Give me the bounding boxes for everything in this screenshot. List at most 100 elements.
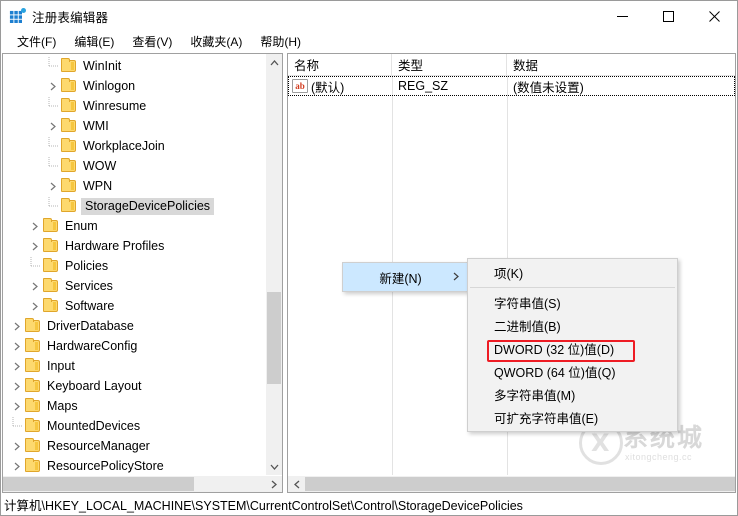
expand-arrow-icon[interactable]	[27, 282, 43, 291]
context-submenu-item-5[interactable]: 多字符串值(M)	[468, 383, 677, 406]
context-submenu-item-label: DWORD (32 位)值(D)	[494, 343, 615, 357]
folder-icon	[25, 358, 43, 372]
folder-icon	[25, 378, 43, 392]
tree-item-wpn[interactable]: WPN	[3, 176, 265, 196]
expand-arrow-icon[interactable]	[9, 462, 25, 471]
context-submenu-item-6[interactable]: 可扩充字符串值(E)	[468, 406, 677, 429]
folder-icon	[43, 218, 61, 232]
folder-icon	[25, 438, 43, 452]
registry-tree[interactable]: WinInit Winlogon Winresume WMI WorkplaceJoin…	[3, 54, 265, 475]
menu-view[interactable]: 查看(V)	[123, 31, 181, 53]
context-submenu-item-1[interactable]: 字符串值(S)	[468, 291, 677, 314]
tree-item-label: Maps	[47, 399, 78, 413]
context-submenu-item-0[interactable]: 项(K)	[468, 261, 677, 284]
tree-item-hardwareconfig[interactable]: HardwareConfig	[3, 336, 265, 356]
value-data-cell: (数值未设置)	[513, 80, 584, 95]
scroll-right-icon[interactable]	[265, 476, 282, 492]
context-submenu-item-2[interactable]: 二进制值(B)	[468, 314, 677, 337]
scroll-up-icon[interactable]	[266, 54, 282, 71]
value-name-text: (默认)	[311, 80, 345, 95]
tree-item-wininit[interactable]: WinInit	[3, 56, 265, 76]
tree-vertical-scrollbar[interactable]	[265, 54, 282, 475]
context-submenu-item-label: 多字符串值(M)	[494, 389, 576, 403]
tree-item-storagedevicepolicies[interactable]: StorageDevicePolicies	[3, 196, 265, 216]
maximize-button[interactable]	[645, 1, 691, 31]
scroll-left-icon[interactable]	[288, 476, 305, 492]
tree-item-label: DriverDatabase	[47, 319, 134, 333]
tree-item-winlogon[interactable]: Winlogon	[3, 76, 265, 96]
folder-icon	[25, 318, 43, 332]
expand-arrow-icon[interactable]	[45, 122, 61, 131]
context-menu-new-label: 新建(N)	[379, 271, 422, 286]
context-submenu-separator	[470, 287, 675, 288]
expand-arrow-icon[interactable]	[27, 302, 43, 311]
expand-arrow-icon[interactable]	[9, 322, 25, 331]
tree-horizontal-scrollbar[interactable]	[3, 475, 282, 492]
expand-arrow-icon[interactable]	[45, 82, 61, 91]
tree-item-resourcemanager[interactable]: ResourceManager	[3, 436, 265, 456]
values-hscroll-thumb[interactable]	[305, 477, 735, 491]
tree-item-maps[interactable]: Maps	[3, 396, 265, 416]
tree-scroll-thumb[interactable]	[267, 291, 281, 385]
tree-item-label: WPN	[83, 179, 113, 193]
tree-item-wmi[interactable]: WMI	[3, 116, 265, 136]
context-submenu-item-label: QWORD (64 位)值(Q)	[494, 366, 616, 380]
context-submenu-new-types[interactable]: 项(K) 字符串值(S) 二进制值(B) DWORD (32 位)值(D) QWORD …	[467, 258, 678, 432]
menu-help[interactable]: 帮助(H)	[251, 31, 310, 53]
tree-hscroll-track[interactable]	[3, 476, 265, 492]
expand-arrow-icon[interactable]	[27, 222, 43, 231]
folder-icon	[25, 338, 43, 352]
values-hscroll-track[interactable]	[305, 476, 735, 492]
tree-item-policies[interactable]: Policies	[3, 256, 265, 276]
menu-file[interactable]: 文件(F)	[8, 31, 65, 53]
tree-leaf-connector	[27, 257, 43, 275]
expand-arrow-icon[interactable]	[9, 362, 25, 371]
values-horizontal-scrollbar[interactable]	[288, 475, 735, 492]
tree-item-input[interactable]: Input	[3, 356, 265, 376]
context-submenu-item-4[interactable]: QWORD (64 位)值(Q)	[468, 360, 677, 383]
expand-arrow-icon[interactable]	[9, 342, 25, 351]
tree-item-label: StorageDevicePolicies	[81, 197, 215, 215]
tree-item-winresume[interactable]: Winresume	[3, 96, 265, 116]
tree-item-keyboard-layout[interactable]: Keyboard Layout	[3, 376, 265, 396]
column-header-type[interactable]: 类型	[392, 54, 507, 75]
values-column-header: 名称 类型 数据	[288, 54, 735, 76]
tree-item-mounteddevices[interactable]: MountedDevices	[3, 416, 265, 436]
column-header-name[interactable]: 名称	[288, 54, 392, 75]
tree-item-wow[interactable]: WOW	[3, 156, 265, 176]
expand-arrow-icon[interactable]	[9, 382, 25, 391]
column-header-data[interactable]: 数据	[507, 54, 735, 75]
tree-item-label: WMI	[83, 119, 109, 133]
minimize-button[interactable]	[599, 1, 645, 31]
value-type-cell: REG_SZ	[398, 79, 449, 93]
tree-scroll-area: WinInit Winlogon Winresume WMI WorkplaceJoin…	[3, 54, 282, 475]
tree-item-workplacejoin[interactable]: WorkplaceJoin	[3, 136, 265, 156]
context-menu-item-new[interactable]: 新建(N)	[343, 263, 468, 291]
value-name-cell: ab (默认)	[288, 77, 392, 96]
expand-arrow-icon[interactable]	[27, 242, 43, 251]
tree-item-resourcepolicystore[interactable]: ResourcePolicyStore	[3, 456, 265, 475]
tree-item-label: HardwareConfig	[47, 339, 138, 353]
tree-item-enum[interactable]: Enum	[3, 216, 265, 236]
tree-item-hardware-profiles[interactable]: Hardware Profiles	[3, 236, 265, 256]
folder-icon	[25, 458, 43, 472]
tree-item-software[interactable]: Software	[3, 296, 265, 316]
context-submenu-item-3[interactable]: DWORD (32 位)值(D)	[468, 337, 677, 360]
tree-item-label: Software	[65, 299, 115, 313]
tree-hscroll-thumb[interactable]	[3, 477, 195, 491]
tree-scroll-track[interactable]	[266, 71, 282, 458]
tree-item-driverdatabase[interactable]: DriverDatabase	[3, 316, 265, 336]
expand-arrow-icon[interactable]	[9, 402, 25, 411]
expand-arrow-icon[interactable]	[45, 182, 61, 191]
table-row[interactable]: ab (默认) REG_SZ (数值未设置)	[288, 76, 735, 96]
folder-icon	[61, 78, 79, 92]
expand-arrow-icon[interactable]	[9, 442, 25, 451]
menu-edit[interactable]: 编辑(E)	[65, 31, 123, 53]
menu-favorites[interactable]: 收藏夹(A)	[181, 31, 251, 53]
context-submenu-item-label: 项(K)	[494, 267, 524, 281]
close-button[interactable]	[691, 1, 737, 31]
tree-item-services[interactable]: Services	[3, 276, 265, 296]
scroll-down-icon[interactable]	[266, 458, 282, 475]
tree-item-label: Keyboard Layout	[47, 379, 142, 393]
tree-item-label: Input	[47, 359, 75, 373]
